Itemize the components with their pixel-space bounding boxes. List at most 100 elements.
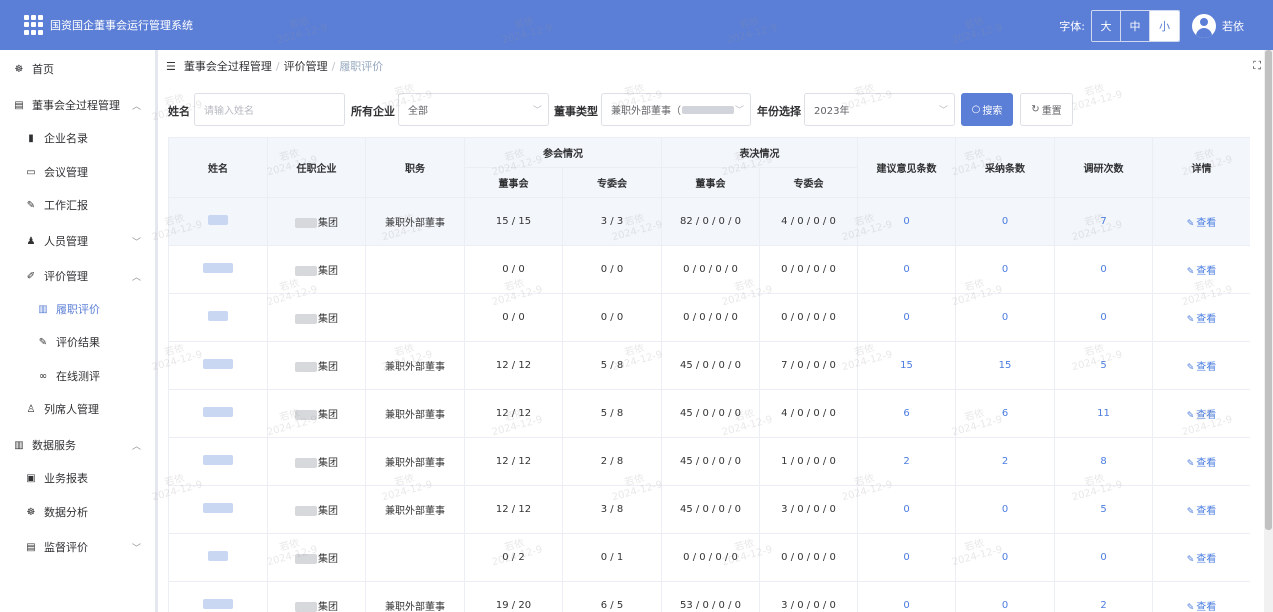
cell-adopted[interactable]: 0 (955, 581, 1055, 612)
company-filter-label: 所有企业 (351, 105, 395, 118)
view-detail-button[interactable]: ✎ 查看 (1152, 293, 1250, 342)
cell-name (168, 293, 268, 342)
view-detail-button[interactable]: ✎ 查看 (1152, 485, 1250, 534)
cell-company: 集团 (267, 245, 366, 294)
cell-adopted[interactable]: 0 (955, 197, 1055, 246)
view-detail-button[interactable]: ✎ 查看 (1152, 581, 1250, 612)
sidebar-item-data-service[interactable]: ▥ 数据服务 ︿ (0, 430, 155, 460)
cell-company: 集团 (267, 389, 366, 438)
view-detail-button[interactable]: ✎ 查看 (1152, 389, 1250, 438)
sidebar-item-performance-evaluation[interactable]: ▥ 履职评价 (0, 294, 155, 324)
cell-vote-board: 0 / 0 / 0 / 0 (661, 245, 760, 294)
director-type-select[interactable]: 兼职外部董事（ ﹀ (601, 93, 751, 126)
cell-adopted[interactable]: 15 (955, 341, 1055, 390)
fullscreen-icon[interactable]: ⛶ (1253, 59, 1261, 73)
sidebar-item-board-process[interactable]: ▤ 董事会全过程管理 ︿ (0, 90, 155, 120)
font-size-medium-button[interactable]: 中 (1121, 11, 1150, 41)
sidebar-item-meetings[interactable]: ▭ 会议管理 (0, 157, 155, 187)
cell-company: 集团 (267, 293, 366, 342)
cell-adopted[interactable]: 0 (955, 245, 1055, 294)
chevron-up-icon: ︿ (131, 101, 141, 112)
cell-suggestions[interactable]: 0 (857, 485, 956, 534)
view-detail-button[interactable]: ✎ 查看 (1152, 245, 1250, 294)
sidebar-item-supervision[interactable]: ▤ 监督评价 ﹀ (0, 532, 155, 562)
sidebar-item-personnel[interactable]: ♟ 人员管理 ﹀ (0, 226, 155, 256)
cell-suggestions[interactable]: 0 (857, 293, 956, 342)
cell-research[interactable]: 5 (1054, 341, 1153, 390)
redacted-company (295, 314, 317, 324)
scrollbar-thumb[interactable] (1265, 50, 1272, 530)
cell-research[interactable]: 11 (1054, 389, 1153, 438)
cell-name (168, 341, 268, 390)
font-size-small-button[interactable]: 小 (1150, 11, 1179, 41)
cell-company: 集团 (267, 533, 366, 582)
company-select[interactable]: 全部 ﹀ (398, 93, 549, 126)
sidebar-toggle-icon[interactable]: ☰ (166, 60, 176, 73)
cell-company: 集团 (267, 581, 366, 612)
edit-icon: ✎ (1186, 267, 1195, 277)
sidebar-item-attendee-management[interactable]: ♙ 列席人管理 (0, 394, 155, 424)
username: 若依 (1222, 20, 1244, 33)
cell-research[interactable]: 2 (1054, 581, 1153, 612)
sidebar-item-home[interactable]: ☸ 首页 (0, 54, 155, 84)
user-menu[interactable]: 若依 (1192, 14, 1244, 38)
redacted-name (203, 263, 233, 273)
cell-position: 兼职外部董事 (365, 437, 465, 486)
breadcrumb-item[interactable]: 董事会全过程管理 (184, 58, 272, 74)
cell-position: 兼职外部董事 (365, 485, 465, 534)
sidebar-item-company-list[interactable]: ▮ 企业名录 (0, 123, 155, 153)
cell-vote-board: 45 / 0 / 0 / 0 (661, 437, 760, 486)
cell-suggestions[interactable]: 6 (857, 389, 956, 438)
cell-adopted[interactable]: 2 (955, 437, 1055, 486)
sidebar-item-work-report[interactable]: ✎ 工作汇报 (0, 190, 155, 220)
cell-attend-committee: 3 / 8 (562, 485, 662, 534)
name-search-input[interactable]: 请输入姓名 (194, 93, 345, 126)
cell-adopted[interactable]: 0 (955, 293, 1055, 342)
cell-name (168, 245, 268, 294)
cell-adopted[interactable]: 0 (955, 485, 1055, 534)
breadcrumb-current: 履职评价 (339, 60, 384, 73)
cell-research[interactable]: 7 (1054, 197, 1153, 246)
cell-suggestions[interactable]: 0 (857, 533, 956, 582)
search-button[interactable]: ○ 搜索 (961, 93, 1013, 126)
cell-suggestions[interactable]: 0 (857, 245, 956, 294)
cell-suggestions[interactable]: 2 (857, 437, 956, 486)
breadcrumb-item[interactable]: 评价管理 (284, 58, 328, 74)
view-detail-button[interactable]: ✎ 查看 (1152, 437, 1250, 486)
view-detail-button[interactable]: ✎ 查看 (1152, 533, 1250, 582)
cell-attend-board: 12 / 12 (464, 485, 563, 534)
page-scrollbar[interactable] (1264, 50, 1273, 612)
sidebar-item-business-report[interactable]: ▣ 业务报表 (0, 463, 155, 493)
col-header-research: 调研次数 (1054, 137, 1153, 198)
cell-research[interactable]: 0 (1054, 293, 1153, 342)
view-detail-button[interactable]: ✎ 查看 (1152, 341, 1250, 390)
cell-research[interactable]: 0 (1054, 533, 1153, 582)
cell-name (168, 197, 268, 246)
table-row: 集团 0 / 00 / 00 / 0 / 0 / 00 / 0 / 0 / 000… (168, 293, 1250, 342)
redacted-name (203, 407, 233, 417)
view-detail-button[interactable]: ✎ 查看 (1152, 197, 1250, 246)
year-select[interactable]: 2023年 ﹀ (804, 93, 955, 126)
edit-icon: ✎ (1186, 555, 1195, 565)
cell-attend-board: 15 / 15 (464, 197, 563, 246)
cell-research[interactable]: 8 (1054, 437, 1153, 486)
cell-vote-committee: 4 / 0 / 0 / 0 (759, 389, 858, 438)
sidebar-item-evaluation[interactable]: ✐ 评价管理 ︿ (0, 261, 155, 291)
sidebar-item-evaluation-result[interactable]: ✎ 评价结果 (0, 327, 155, 357)
reset-button[interactable]: ↻ 重置 (1020, 93, 1073, 126)
sidebar-item-data-analysis[interactable]: ☸ 数据分析 (0, 497, 155, 527)
cell-attend-board: 12 / 12 (464, 341, 563, 390)
cell-adopted[interactable]: 0 (955, 533, 1055, 582)
cell-research[interactable]: 5 (1054, 485, 1153, 534)
breadcrumb-separator: / (275, 59, 280, 73)
table-row: 集团 兼职外部董事 19 / 20 6 / 5 53 / 0 / 0 / 03 / 0 … (168, 581, 1250, 612)
link-icon: ∞ (38, 370, 48, 382)
cell-adopted[interactable]: 6 (955, 389, 1055, 438)
cell-suggestions[interactable]: 0 (857, 581, 956, 612)
cell-research[interactable]: 0 (1054, 245, 1153, 294)
cell-suggestions[interactable]: 0 (857, 197, 956, 246)
sidebar-item-online-test[interactable]: ∞ 在线测评 (0, 361, 155, 391)
app-logo-icon (24, 15, 44, 35)
font-size-large-button[interactable]: 大 (1092, 11, 1121, 41)
cell-suggestions[interactable]: 15 (857, 341, 956, 390)
